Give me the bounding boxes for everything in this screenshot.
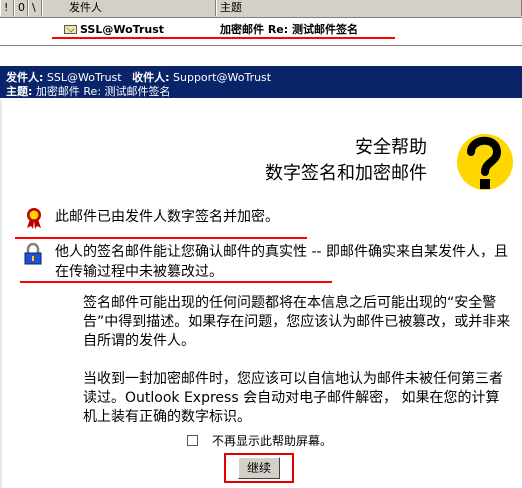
- mail-envelope-icon: [64, 25, 77, 34]
- ribbon-seal-icon: [27, 208, 41, 229]
- preview-header: 发件人: SSL@WoTrust 收件人: Support@WoTrust 主题…: [0, 66, 522, 98]
- message-from: SSL@WoTrust: [80, 23, 165, 36]
- signed-encrypted-message: 此邮件已由发件人数字签名并加密。: [55, 209, 279, 225]
- subject-label: 主题:: [6, 85, 33, 98]
- message-subject: 加密邮件 Re: 测试邮件签名: [220, 23, 358, 36]
- col-flag[interactable]: \: [28, 0, 42, 16]
- padlock-icon: [24, 243, 42, 265]
- col-priority[interactable]: !: [0, 0, 14, 16]
- warning-paragraph: 签名邮件可能出现的任何问题都将在本信息之后可能出现的“安全警告”中得到描述。如果…: [83, 295, 511, 349]
- message-list: ! 0 \ 发件人 主题 SSL@WoTrust 加密邮件 Re: 测试邮件签名: [0, 0, 522, 46]
- dont-show-label[interactable]: 不再显示此帮助屏幕。: [212, 434, 332, 448]
- to-value: Support@WoTrust: [173, 71, 272, 84]
- help-title-line1: 安全帮助: [355, 137, 427, 158]
- subject-value: 加密邮件 Re: 测试邮件签名: [35, 85, 171, 98]
- col-from[interactable]: 发件人: [42, 0, 216, 16]
- dont-show-checkbox[interactable]: [187, 435, 198, 446]
- help-title-line2: 数字签名和加密邮件: [265, 163, 427, 184]
- message-row[interactable]: SSL@WoTrust 加密邮件 Re: 测试邮件签名: [0, 22, 395, 38]
- list-header: ! 0 \ 发件人 主题: [0, 0, 522, 18]
- col-attachment[interactable]: 0: [14, 0, 28, 16]
- continue-highlight: 继续: [224, 453, 294, 483]
- highlight-line-2: [20, 281, 332, 283]
- question-mark-icon: [457, 134, 513, 190]
- pane-border: [0, 100, 2, 488]
- highlight-line-1: [15, 237, 307, 239]
- authenticity-message: 他人的签名邮件能让您确认邮件的真实性 -- 即邮件确实来自某发件人，且在传输过程…: [55, 244, 509, 280]
- continue-button[interactable]: 继续: [238, 457, 280, 479]
- dont-show-row: 不再显示此帮助屏幕。: [187, 432, 332, 448]
- encryption-paragraph: 当收到一封加密邮件时，您应该可以自信地认为邮件未被任何第三者读过。Outlook…: [83, 371, 503, 425]
- preview-subject-line: 主题: 加密邮件 Re: 测试邮件签名: [6, 83, 171, 99]
- row-highlight-line: [52, 37, 395, 39]
- col-subject[interactable]: 主题: [216, 0, 522, 16]
